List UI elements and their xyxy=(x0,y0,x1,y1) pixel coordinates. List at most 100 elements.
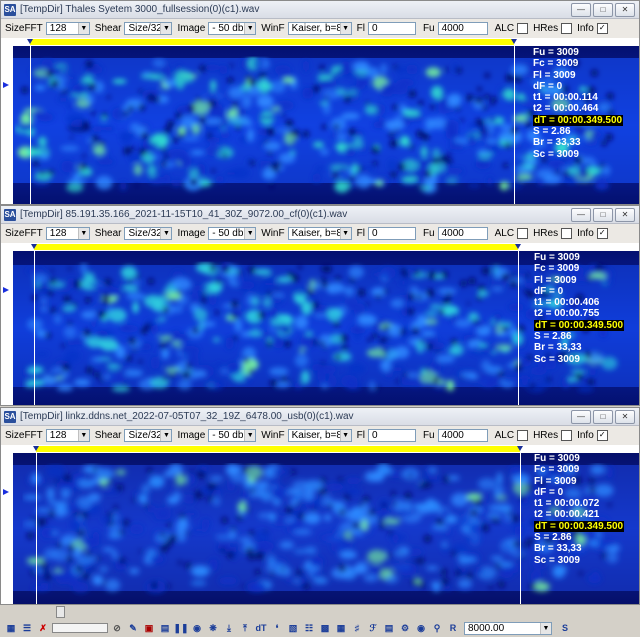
close-icon[interactable]: ✕ xyxy=(615,208,635,222)
minimize-icon[interactable]: — xyxy=(571,208,591,222)
close-icon[interactable]: ✕ xyxy=(615,410,635,424)
fu-label: Fu xyxy=(422,228,435,239)
fu-input[interactable]: 4000 xyxy=(437,22,488,35)
left-marker-handle[interactable] xyxy=(33,446,39,451)
selection-bar[interactable] xyxy=(34,244,518,250)
matrix-icon[interactable]: ▩ xyxy=(318,621,332,635)
frequency-pointer-icon[interactable] xyxy=(3,489,9,495)
fu-input[interactable]: 4000 xyxy=(437,227,488,240)
title-bar[interactable]: SA [TempDir] linkz.ddns.net_2022-07-05T0… xyxy=(1,408,639,426)
image-db-select[interactable]: - 50 db ▼ xyxy=(208,22,257,35)
fl-input[interactable]: 0 xyxy=(367,22,416,35)
pause-icon[interactable]: ❚❚ xyxy=(173,621,188,635)
right-marker-handle[interactable] xyxy=(517,446,523,451)
delete-icon[interactable]: ✗ xyxy=(36,621,50,635)
info-fc: Fc = 3009 xyxy=(534,263,580,275)
align-up-icon[interactable]: ⤓ xyxy=(222,621,236,635)
scroll-slider-thumb[interactable] xyxy=(56,606,65,618)
burst-icon[interactable]: ❋ xyxy=(206,621,220,635)
left-marker-handle[interactable] xyxy=(27,39,33,44)
info-dt: dT = 00:00.349.500 xyxy=(534,319,625,331)
globe-icon[interactable]: ◉ xyxy=(414,621,428,635)
info-fl: Fl = 3009 xyxy=(534,475,577,487)
left-marker-handle[interactable] xyxy=(31,244,37,249)
spectrogram-canvas[interactable]: Fu = 3009 Fc = 3009 Fl = 3009 dF = 0 t1 … xyxy=(1,243,639,405)
fu-input[interactable]: 4000 xyxy=(437,429,488,442)
iq-icon[interactable]: ℱ xyxy=(366,621,380,635)
comb-icon[interactable]: ☷ xyxy=(302,621,316,635)
image-db-select[interactable]: - 50 db ▼ xyxy=(208,227,257,240)
fl-input[interactable]: 0 xyxy=(367,227,416,240)
right-time-marker[interactable] xyxy=(518,250,519,405)
sizefft-select[interactable]: 128 ▼ xyxy=(45,22,90,35)
hres-checkbox[interactable] xyxy=(561,228,573,239)
selection-bar[interactable] xyxy=(36,446,520,452)
shear-select[interactable]: Size/32 ▼ xyxy=(124,429,173,442)
table-icon[interactable]: ▦ xyxy=(334,621,348,635)
shear-select[interactable]: Size/32 ▼ xyxy=(124,22,173,35)
left-time-marker[interactable] xyxy=(34,250,35,405)
window-function-select[interactable]: Kaiser, b=8 ▼ xyxy=(287,22,352,35)
bottom-toolbar: ▦ ☰ ✗ ⊘ ✎ ▣ ▤ ❚❚ ◉ ❋ ⤓ ⤒ dT ❛ ▧ ☷ ▩ ▦ ♯ … xyxy=(0,619,640,637)
alc-checkbox[interactable] xyxy=(517,23,529,34)
right-marker-handle[interactable] xyxy=(511,39,517,44)
window-function-select[interactable]: Kaiser, b=8 ▼ xyxy=(287,429,352,442)
maximize-icon[interactable]: □ xyxy=(593,208,613,222)
left-time-marker[interactable] xyxy=(30,45,31,204)
image-icon[interactable]: ▤ xyxy=(158,621,172,635)
title-bar[interactable]: SA [TempDir] 85.191.35.166_2021-11-15T10… xyxy=(1,206,639,224)
scroll-track[interactable] xyxy=(52,623,108,633)
r-button[interactable]: R xyxy=(446,621,460,635)
left-time-marker[interactable] xyxy=(36,452,37,604)
binoculars-icon[interactable]: ⚲ xyxy=(430,621,444,635)
right-time-marker[interactable] xyxy=(520,452,521,604)
minimize-icon[interactable]: — xyxy=(571,3,591,17)
record-icon[interactable]: ◉ xyxy=(190,621,204,635)
close-icon[interactable]: ✕ xyxy=(615,3,635,17)
align-down-icon[interactable]: ⤒ xyxy=(238,621,252,635)
frequency-pointer-icon[interactable] xyxy=(3,287,9,293)
alc-checkbox[interactable] xyxy=(517,228,529,239)
info-checkbox[interactable]: ✓ xyxy=(596,228,608,239)
settings-icon[interactable]: ⚙ xyxy=(398,621,412,635)
sizefft-select[interactable]: 128 ▼ xyxy=(45,429,90,442)
title-bar[interactable]: SA [TempDir] Thales Syetem 3000_fullsess… xyxy=(1,1,639,19)
window-function-select[interactable]: Kaiser, b=8 ▼ xyxy=(287,227,352,240)
grid-icon[interactable]: ▦ xyxy=(4,621,18,635)
maximize-icon[interactable]: □ xyxy=(593,3,613,17)
bars-icon[interactable]: ▧ xyxy=(286,621,300,635)
info-checkbox[interactable]: ✓ xyxy=(596,430,608,441)
right-marker-handle[interactable] xyxy=(515,244,521,249)
maximize-icon[interactable]: □ xyxy=(593,410,613,424)
shear-select[interactable]: Size/32 ▼ xyxy=(124,227,173,240)
cancel-icon[interactable]: ⊘ xyxy=(110,621,124,635)
frequency-select[interactable]: 8000.00 ▼ xyxy=(464,621,552,635)
document-icon[interactable]: ▤ xyxy=(382,621,396,635)
info-checkbox[interactable]: ✓ xyxy=(596,23,608,34)
minimize-icon[interactable]: — xyxy=(571,410,591,424)
right-time-marker[interactable] xyxy=(514,45,515,204)
list-icon[interactable]: ☰ xyxy=(20,621,34,635)
spectrogram-canvas[interactable]: Fu = 3009 Fc = 3009 Fl = 3009 dF = 0 t1 … xyxy=(1,38,639,204)
image-db-select[interactable]: - 50 db ▼ xyxy=(208,429,257,442)
bookmark-icon[interactable]: ❛ xyxy=(270,621,284,635)
hres-checkbox[interactable] xyxy=(561,23,573,34)
hres-checkbox[interactable] xyxy=(561,430,573,441)
spectrogram-window-3: SA [TempDir] linkz.ddns.net_2022-07-05T0… xyxy=(0,407,640,605)
info-label: Info xyxy=(577,23,594,34)
info-t1: t1 = 00:00.406 xyxy=(534,297,600,309)
alc-checkbox[interactable] xyxy=(517,430,529,441)
frequency-pointer-icon[interactable] xyxy=(3,82,9,88)
info-fc: Fc = 3009 xyxy=(533,58,579,70)
stop-icon[interactable]: ▣ xyxy=(142,621,156,635)
shear-label: Shear xyxy=(94,430,122,441)
pen-icon[interactable]: ✎ xyxy=(126,621,140,635)
dt-button[interactable]: dT xyxy=(254,621,268,635)
selection-bar[interactable] xyxy=(30,39,514,45)
fl-input[interactable]: 0 xyxy=(367,429,416,442)
levels-icon[interactable]: ♯ xyxy=(350,621,364,635)
s-button[interactable]: S xyxy=(558,621,572,635)
spectrogram-canvas[interactable]: Fu = 3009 Fc = 3009 Fl = 3009 dF = 0 t1 … xyxy=(1,445,639,604)
sizefft-select[interactable]: 128 ▼ xyxy=(45,227,90,240)
chevron-down-icon: ▼ xyxy=(77,228,89,239)
